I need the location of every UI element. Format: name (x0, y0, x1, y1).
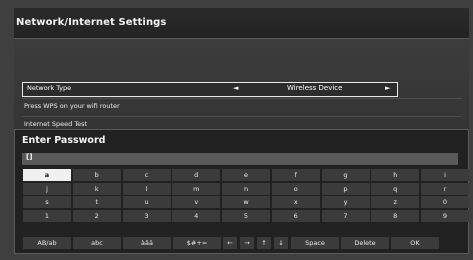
key-d[interactable]: d (172, 169, 221, 181)
key-y[interactable]: y (321, 196, 370, 208)
key-f[interactable]: f (271, 169, 320, 181)
password-field[interactable]: [] (22, 153, 458, 165)
network-type-row[interactable]: Network Type ◄ Wireless Device ► (22, 82, 398, 97)
key-a[interactable]: a (23, 169, 71, 181)
row-divider (22, 116, 462, 117)
key-function-5[interactable]: → (240, 237, 254, 249)
page-title: Network/Internet Settings (16, 17, 167, 28)
key-function-6[interactable]: ↑ (257, 237, 271, 249)
key-3[interactable]: 3 (122, 209, 171, 222)
key-c[interactable]: c (122, 169, 171, 181)
key-t[interactable]: t (72, 196, 121, 208)
password-value: [] (26, 153, 33, 161)
key-e[interactable]: e (222, 169, 270, 181)
network-type-value: Wireless Device (287, 84, 343, 92)
key-function-9[interactable]: Delete (341, 237, 389, 249)
key-w[interactable]: w (222, 196, 270, 208)
key-g[interactable]: g (321, 169, 370, 181)
key-k[interactable]: k (72, 182, 121, 195)
key-function-4[interactable]: ← (223, 237, 237, 249)
key-b[interactable]: b (72, 169, 121, 181)
key-9[interactable]: 9 (421, 209, 469, 222)
row-divider (22, 98, 462, 99)
screen: Network/Internet Settings Network Type ◄… (0, 0, 473, 260)
key-x[interactable]: x (271, 196, 320, 208)
key-7[interactable]: 7 (321, 209, 370, 222)
key-0[interactable]: 0 (421, 196, 469, 208)
key-u[interactable]: u (122, 196, 171, 208)
network-type-label: Network Type (27, 84, 72, 92)
key-j[interactable]: j (23, 182, 71, 195)
keyboard-row: abcdefghi (23, 169, 469, 181)
keyboard-row: 123456789 (23, 209, 469, 222)
arrow-right-icon[interactable]: ► (385, 84, 390, 92)
key-function-7[interactable]: ↓ (274, 237, 288, 249)
key-8[interactable]: 8 (371, 209, 420, 222)
key-o[interactable]: o (271, 182, 320, 195)
key-function-3[interactable]: $#+= (173, 237, 221, 249)
key-h[interactable]: h (371, 169, 420, 181)
keyboard-row: jklmnopqr (23, 182, 469, 195)
dialog-title: Enter Password (22, 135, 106, 146)
key-v[interactable]: v (172, 196, 221, 208)
arrow-left-icon[interactable]: ◄ (233, 84, 238, 92)
password-dialog: Enter Password [] abcdefghijklmnopqrstuv… (14, 129, 469, 254)
key-z[interactable]: z (371, 196, 420, 208)
key-function-8[interactable]: Space (291, 237, 339, 249)
key-6[interactable]: 6 (271, 209, 320, 222)
internet-speed-test[interactable]: Internet Speed Test (24, 120, 87, 128)
key-1[interactable]: 1 (23, 209, 71, 222)
keyboard-row: stuvwxyz0 (23, 196, 469, 208)
wps-hint: Press WPS on your wifi router (24, 102, 120, 110)
key-r[interactable]: r (421, 182, 469, 195)
key-function-0[interactable]: AB/ab (23, 237, 71, 249)
key-i[interactable]: i (421, 169, 469, 181)
key-n[interactable]: n (222, 182, 270, 195)
key-function-1[interactable]: abc (73, 237, 121, 249)
keyboard-function-row: AB/ab abc àâä $#+= ← → ↑ ↓ Space Delete OK (23, 237, 461, 249)
key-l[interactable]: l (122, 182, 171, 195)
key-5[interactable]: 5 (222, 209, 270, 222)
key-function-2[interactable]: àâä (123, 237, 171, 249)
key-2[interactable]: 2 (72, 209, 121, 222)
key-function-10[interactable]: OK (391, 237, 439, 249)
key-s[interactable]: s (23, 196, 71, 208)
key-q[interactable]: q (371, 182, 420, 195)
key-4[interactable]: 4 (172, 209, 221, 222)
key-p[interactable]: p (321, 182, 370, 195)
key-m[interactable]: m (172, 182, 221, 195)
